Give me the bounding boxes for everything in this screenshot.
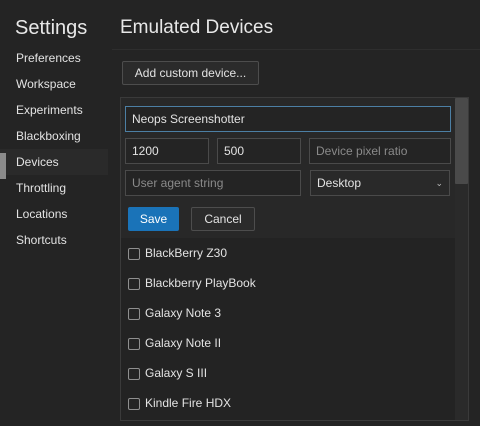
list-item[interactable]: Galaxy S III bbox=[121, 358, 455, 388]
sidebar-item-throttling[interactable]: Throttling bbox=[0, 175, 108, 201]
device-label: Kindle Fire HDX bbox=[145, 396, 232, 410]
add-custom-device-button[interactable]: Add custom device... bbox=[122, 61, 259, 85]
chevron-down-icon: ⌄ bbox=[435, 178, 443, 188]
page-title: Emulated Devices bbox=[120, 17, 274, 38]
device-checkbox[interactable] bbox=[128, 278, 140, 290]
device-height-input[interactable]: 500 bbox=[217, 138, 301, 164]
device-checkbox[interactable] bbox=[128, 398, 140, 410]
device-width-input[interactable]: 1200 bbox=[125, 138, 209, 164]
cancel-button[interactable]: Cancel bbox=[191, 207, 255, 231]
devices-list-panel: Neops Screenshotter 1200 500 Device pixe… bbox=[120, 97, 469, 421]
device-label: Galaxy Note 3 bbox=[145, 306, 222, 320]
device-checkbox[interactable] bbox=[128, 248, 140, 260]
device-label: Galaxy Note II bbox=[145, 336, 222, 350]
list-item[interactable]: Galaxy Note II bbox=[121, 328, 455, 358]
list-item[interactable]: BlackBerry Z30 bbox=[121, 238, 455, 268]
device-label: Blackberry PlayBook bbox=[145, 276, 256, 290]
user-agent-type-value: Desktop bbox=[317, 176, 362, 190]
save-button[interactable]: Save bbox=[128, 207, 179, 231]
sidebar-item-label: Devices bbox=[16, 155, 59, 169]
scrollbar[interactable] bbox=[455, 98, 468, 420]
list-item[interactable]: Galaxy Note 3 bbox=[121, 298, 455, 328]
list-item[interactable]: Blackberry PlayBook bbox=[121, 268, 455, 298]
user-agent-type-select[interactable]: Desktop ⌄ bbox=[310, 170, 450, 196]
main-content: Emulated Devices Add custom device... Ne… bbox=[108, 0, 480, 426]
sidebar-item-experiments[interactable]: Experiments bbox=[0, 97, 108, 123]
device-checkbox[interactable] bbox=[128, 368, 140, 380]
sidebar-title: Settings bbox=[15, 17, 88, 39]
title-divider bbox=[112, 49, 480, 50]
sidebar-item-workspace[interactable]: Workspace bbox=[0, 71, 108, 97]
sidebar-nav: Preferences Workspace Experiments Blackb… bbox=[0, 45, 108, 253]
device-name-input[interactable]: Neops Screenshotter bbox=[125, 106, 451, 132]
sidebar-item-locations[interactable]: Locations bbox=[0, 201, 108, 227]
device-label: Galaxy S III bbox=[145, 366, 208, 380]
sidebar-item-devices[interactable]: Devices bbox=[0, 149, 108, 179]
device-pixel-ratio-input[interactable]: Device pixel ratio bbox=[309, 138, 451, 164]
device-editor: Neops Screenshotter 1200 500 Device pixe… bbox=[121, 98, 455, 238]
device-checkbox[interactable] bbox=[128, 308, 140, 320]
device-label: BlackBerry Z30 bbox=[145, 246, 228, 260]
user-agent-input[interactable]: User agent string bbox=[125, 170, 301, 196]
sidebar-item-shortcuts[interactable]: Shortcuts bbox=[0, 227, 108, 253]
list-item[interactable]: Kindle Fire HDX bbox=[121, 388, 455, 418]
sidebar-item-preferences[interactable]: Preferences bbox=[0, 45, 108, 71]
device-checkbox[interactable] bbox=[128, 338, 140, 350]
scrollbar-thumb[interactable] bbox=[455, 98, 468, 184]
device-list: BlackBerry Z30 Blackberry PlayBook Galax… bbox=[121, 238, 455, 418]
sidebar-item-blackboxing[interactable]: Blackboxing bbox=[0, 123, 108, 149]
settings-sidebar: Settings Preferences Workspace Experimen… bbox=[0, 0, 108, 426]
